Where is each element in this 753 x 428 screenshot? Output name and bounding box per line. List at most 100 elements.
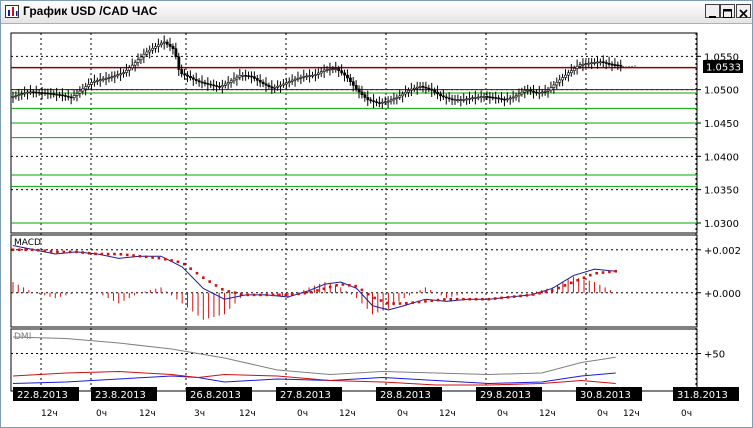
y-tick-label: +0.000 — [704, 289, 741, 300]
candle-body — [456, 99, 460, 101]
candle-body — [540, 91, 544, 94]
signal-dot — [341, 283, 345, 286]
candle-body — [200, 81, 204, 84]
candle-body — [154, 46, 157, 49]
minimize-button[interactable] — [705, 4, 720, 18]
chart-area[interactable]: 1.0533 MACD DMI 1.0550 1.0500 1.0450 1.0400… — [1, 23, 752, 427]
candle-body — [410, 88, 413, 91]
signal-dot — [278, 293, 281, 297]
candle-body — [23, 92, 27, 95]
candle-body — [180, 69, 184, 75]
candle-body — [90, 81, 94, 85]
candle-body — [136, 59, 140, 63]
hour-label: 12ч — [339, 409, 356, 419]
candle-body — [273, 87, 277, 89]
candle-body — [206, 83, 210, 85]
candle-body — [578, 64, 582, 67]
macd-panel[interactable] — [10, 234, 698, 328]
candle-body — [14, 95, 18, 97]
candle-body — [476, 96, 480, 99]
candle-body — [503, 98, 506, 101]
candle-body — [93, 80, 96, 83]
candle-body — [442, 95, 445, 98]
signal-dot — [544, 290, 548, 294]
signal-dot — [125, 253, 129, 257]
candle-body — [558, 79, 562, 83]
signal-dot — [227, 290, 231, 293]
signal-dot — [424, 300, 427, 303]
title-bar[interactable]: График USD /CAD ЧАС — [1, 1, 752, 24]
candle-body — [130, 64, 134, 68]
candle-body — [232, 78, 236, 82]
candle-body — [258, 80, 262, 83]
candle-body — [430, 88, 434, 91]
date-label: 23.8.2013 — [95, 390, 146, 401]
signal-dot — [81, 251, 85, 254]
close-button[interactable] — [736, 4, 751, 18]
candle-body — [459, 99, 463, 101]
candle-body — [270, 86, 274, 89]
candle-body — [276, 85, 280, 88]
date-label: 31.8.2013 — [677, 390, 728, 401]
candle-body — [87, 84, 91, 87]
candle-body — [64, 95, 67, 97]
signal-dot — [138, 254, 142, 258]
signal-dot — [132, 254, 135, 257]
signal-dot — [24, 248, 27, 252]
candle-body — [293, 78, 297, 81]
signal-dot — [468, 297, 472, 301]
candle-body — [508, 97, 512, 100]
candle-body — [171, 46, 175, 49]
maximize-button[interactable] — [720, 4, 735, 18]
signal-dot — [366, 292, 370, 296]
candle-body — [290, 79, 294, 82]
candle-body — [386, 100, 390, 103]
candle-body — [84, 86, 88, 90]
hour-label: 12ч — [139, 409, 156, 419]
candle-body — [285, 82, 288, 85]
candle-body — [299, 76, 303, 79]
candle-body — [287, 81, 291, 84]
candle-body — [485, 96, 489, 98]
signal-dot — [550, 289, 554, 292]
signal-dot — [43, 249, 47, 253]
candle-body — [375, 101, 378, 103]
candle-body — [264, 83, 268, 86]
signal-dot — [290, 293, 294, 296]
signal-dot — [398, 302, 402, 305]
signal-dot — [30, 248, 34, 252]
signal-dot — [328, 285, 332, 289]
candle-body — [244, 74, 248, 77]
signal-dot — [538, 291, 541, 295]
candle-body — [392, 98, 396, 101]
candle-body — [363, 94, 367, 98]
candle-body — [139, 56, 143, 61]
signal-dot — [500, 296, 503, 300]
candle-body — [407, 90, 410, 93]
signal-dot — [233, 291, 237, 295]
candle-body — [389, 99, 393, 102]
signal-dot — [151, 256, 154, 259]
candle-body — [412, 87, 416, 90]
candle-body — [567, 72, 570, 76]
candle-body — [395, 96, 399, 99]
candle-body — [203, 82, 207, 84]
signal-dot — [271, 293, 275, 297]
signal-dot — [208, 280, 211, 283]
signal-dot — [373, 296, 376, 300]
chart-window: График USD /CAD ЧАС 1.0533 MACD DMI 1.05… — [0, 0, 753, 428]
candle-body — [151, 48, 155, 51]
candle-body — [221, 85, 224, 88]
candle-body — [319, 71, 323, 74]
signal-dot — [449, 297, 453, 301]
signal-dot — [354, 284, 357, 288]
signal-dot — [265, 293, 269, 297]
signal-dot — [202, 276, 205, 279]
y-tick-label: 1.0500 — [704, 86, 739, 97]
candle-body — [215, 85, 219, 87]
candle-body — [162, 41, 166, 44]
signal-dot — [18, 248, 21, 252]
signal-dot — [100, 252, 104, 256]
candle-body — [113, 75, 117, 78]
candle-body — [378, 102, 381, 104]
